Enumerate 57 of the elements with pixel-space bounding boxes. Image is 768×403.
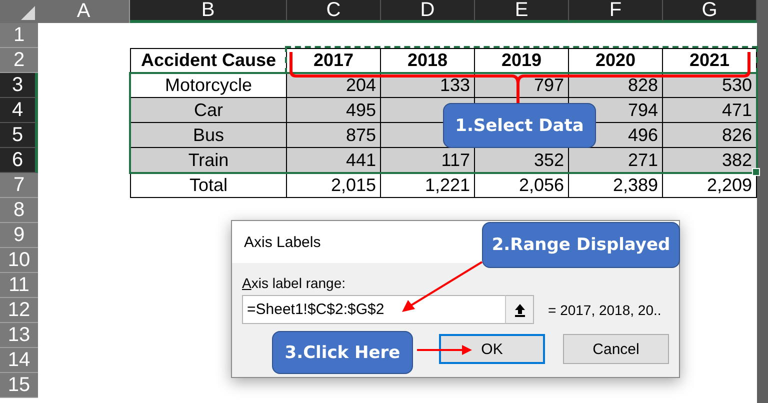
row-label: Bus — [130, 123, 287, 148]
row-label: Car — [130, 98, 287, 123]
column-heading: Accident Cause — [130, 48, 287, 73]
column-header[interactable]: F — [569, 0, 663, 23]
table-cell: 826 — [663, 123, 757, 148]
dialog-button[interactable]: Cancel — [563, 334, 669, 364]
row-header[interactable]: 3 — [0, 73, 38, 98]
row-header[interactable]: 12 — [0, 298, 38, 323]
row-header[interactable]: 8 — [0, 198, 38, 223]
row-header[interactable]: 6 — [0, 148, 38, 173]
row-header[interactable]: 11 — [0, 273, 38, 298]
field-label: Axis label range: — [242, 275, 347, 291]
table-cell: 382 — [663, 148, 757, 173]
select-all-icon[interactable] — [21, 6, 35, 20]
row-header[interactable]: 14 — [0, 348, 38, 373]
input-field[interactable]: =Sheet1!$C$2:$G$2 — [242, 295, 505, 324]
row-header[interactable]: 15 — [0, 373, 38, 398]
upload-icon — [514, 302, 526, 316]
table-cell: 441 — [287, 148, 381, 173]
table-cell: 2,389 — [569, 173, 663, 198]
table-cell: 117 — [381, 148, 475, 173]
column-heading: 2017 — [287, 48, 381, 73]
table-cell: 875 — [287, 123, 381, 148]
arrow — [417, 345, 472, 355]
column-heading: 2020 — [569, 48, 663, 73]
row-header[interactable]: 10 — [0, 248, 38, 273]
column-header[interactable]: E — [475, 0, 569, 23]
row-header[interactable]: 9 — [0, 223, 38, 248]
row-header[interactable]: 13 — [0, 323, 38, 348]
table-cell: 471 — [663, 98, 757, 123]
callout: 1.Select Data — [443, 103, 596, 148]
callout: 2.Range Displayed — [482, 222, 680, 268]
table-cell: 2,056 — [475, 173, 569, 198]
collapse-button[interactable] — [505, 295, 534, 324]
column-header[interactable]: B — [130, 0, 287, 23]
row-header[interactable]: 4 — [0, 98, 38, 123]
range-preview: = 2017, 2018, 20.. — [548, 302, 662, 318]
table-cell: 271 — [569, 148, 663, 173]
table-cell: 495 — [287, 98, 381, 123]
table-cell: 1,221 — [381, 173, 475, 198]
row-header[interactable]: 7 — [0, 173, 38, 198]
row-header[interactable]: 5 — [0, 123, 38, 148]
dialog-title: Axis Labels — [244, 234, 321, 250]
column-heading: 2019 — [475, 48, 569, 73]
row-label: Train — [130, 148, 287, 173]
table-cell: 2,015 — [287, 173, 381, 198]
row-label: Total — [130, 173, 287, 198]
column-heading: 2018 — [381, 48, 475, 73]
column-header[interactable]: G — [663, 0, 757, 23]
row-header[interactable]: 2 — [0, 48, 38, 73]
table-cell: 352 — [475, 148, 569, 173]
row-header[interactable]: 1 — [0, 23, 38, 48]
column-header[interactable]: C — [287, 0, 381, 23]
callout: 3.Click Here — [272, 331, 413, 374]
column-header[interactable]: D — [381, 0, 475, 23]
dialog-button[interactable]: OK — [439, 334, 545, 364]
column-header[interactable]: A — [38, 0, 130, 23]
